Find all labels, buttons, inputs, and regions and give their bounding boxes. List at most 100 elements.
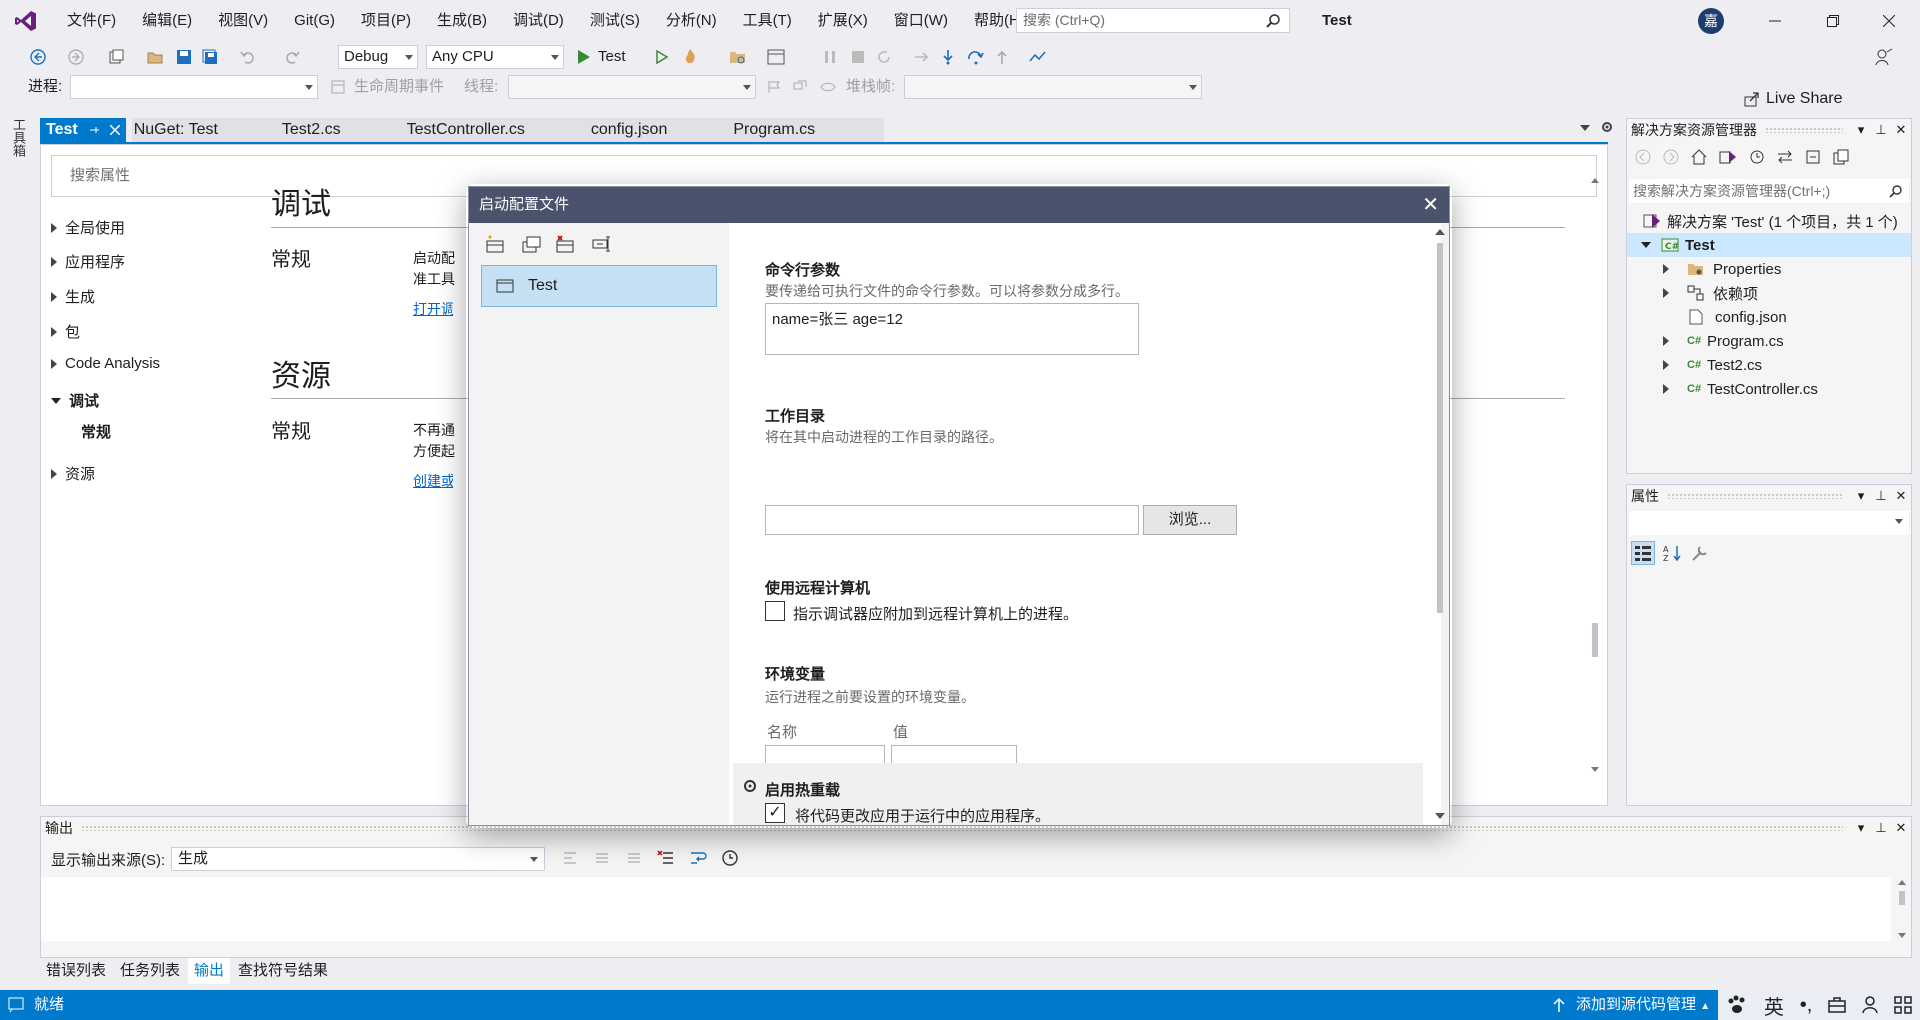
collapse-all-icon[interactable] — [1805, 149, 1821, 165]
object-select[interactable] — [1629, 511, 1909, 535]
tree-item-properties[interactable]: Properties — [1627, 257, 1911, 281]
start-without-debugging-icon[interactable] — [652, 47, 672, 67]
nav-package[interactable]: 包 — [51, 321, 80, 342]
grid-menu-icon[interactable] — [1894, 996, 1912, 1014]
tree-item-test2-cs[interactable]: C# Test2.cs — [1627, 353, 1911, 377]
menu-item[interactable]: 文件(F) — [54, 0, 129, 42]
redo-icon[interactable] — [282, 47, 302, 67]
save-icon[interactable] — [174, 47, 194, 67]
close-window-button[interactable] — [1866, 0, 1912, 42]
browse-folder-icon[interactable] — [728, 47, 748, 67]
dialog-scrollbar[interactable] — [1431, 223, 1449, 825]
command-line-args-input[interactable]: name=张三 age=12 — [765, 303, 1139, 355]
show-threads-icon[interactable] — [818, 77, 838, 97]
stop-debugging-icon[interactable] — [848, 47, 868, 67]
output-text-area[interactable] — [41, 877, 1891, 941]
previous-message-icon[interactable] — [593, 849, 611, 867]
save-all-icon[interactable] — [200, 47, 220, 67]
process-select[interactable] — [70, 75, 318, 99]
lifecycle-events-icon[interactable] — [328, 77, 348, 97]
break-all-icon[interactable] — [820, 47, 840, 67]
nav-resources[interactable]: 资源 — [51, 463, 95, 484]
home-icon[interactable] — [1691, 149, 1707, 165]
close-panel-icon[interactable]: ✕ — [1891, 488, 1911, 504]
hot-reload-icon[interactable] — [680, 47, 700, 67]
solution-search-input[interactable]: 搜索解决方案资源管理器(Ctrl+;) — [1629, 179, 1909, 203]
dialog-close-button[interactable]: ✕ — [1422, 187, 1439, 223]
restore-button[interactable] — [1810, 0, 1856, 42]
duplicate-profile-icon[interactable] — [521, 233, 543, 255]
menu-item[interactable]: 调试(D) — [500, 0, 577, 42]
panel-menu-icon[interactable]: ▾ — [1851, 122, 1871, 138]
working-directory-input[interactable] — [765, 505, 1139, 535]
new-project-icon[interactable] — [106, 47, 126, 67]
pin-icon[interactable]: ⊥ — [1871, 488, 1891, 504]
menu-item[interactable]: 窗口(W) — [881, 0, 961, 42]
flag-icon[interactable] — [764, 77, 784, 97]
stack-frame-select[interactable] — [904, 75, 1202, 99]
timestamp-icon[interactable] — [721, 849, 739, 867]
tree-item-config-json[interactable]: config.json — [1627, 305, 1911, 329]
nav-debug-general[interactable]: 常规 — [81, 421, 111, 442]
nav-code-analysis[interactable]: Code Analysis — [51, 355, 160, 372]
menu-item[interactable]: 项目(P) — [348, 0, 424, 42]
show-next-statement-icon[interactable] — [912, 47, 932, 67]
new-profile-icon[interactable] — [485, 233, 507, 255]
switch-views-icon[interactable] — [1719, 149, 1737, 165]
output-window-icon[interactable] — [8, 997, 24, 1013]
avatar[interactable]: 嘉 — [1698, 8, 1724, 34]
hot-reload-checkbox[interactable]: ✓ — [765, 803, 785, 823]
project-node[interactable]: C# Test — [1627, 233, 1911, 257]
delete-profile-icon[interactable] — [555, 233, 577, 255]
menu-item[interactable]: 视图(V) — [205, 0, 281, 42]
next-message-icon[interactable] — [625, 849, 643, 867]
close-panel-icon[interactable]: ✕ — [1891, 122, 1911, 138]
open-file-icon[interactable] — [146, 47, 166, 67]
close-panel-icon[interactable]: ✕ — [1891, 820, 1911, 836]
punctuation-icon[interactable]: •, — [1800, 994, 1813, 1017]
close-tab-icon[interactable] — [109, 125, 120, 135]
tab-find-symbol-results[interactable]: 查找符号结果 — [232, 958, 334, 984]
menu-item[interactable]: 生成(B) — [424, 0, 500, 42]
settings-gear-icon[interactable] — [1600, 120, 1614, 134]
nav-global-usings[interactable]: 全局使用 — [51, 217, 125, 238]
nav-build[interactable]: 生成 — [51, 286, 95, 307]
tab-output[interactable]: 输出 — [188, 958, 231, 984]
pin-icon[interactable]: ⊥ — [1871, 122, 1891, 138]
flag-threads-icon[interactable] — [790, 77, 810, 97]
browse-button[interactable]: 浏览... — [1143, 505, 1237, 535]
add-to-source-control-button[interactable]: 添加到源代码管理 ▲ — [1576, 990, 1710, 1020]
rename-profile-icon[interactable] — [591, 233, 613, 255]
forward-icon[interactable] — [1663, 149, 1679, 165]
alphabetical-icon[interactable]: AZ — [1663, 544, 1683, 562]
tab-task-list[interactable]: 任务列表 — [114, 958, 186, 984]
toolbox-icon[interactable] — [1828, 997, 1846, 1013]
menu-item[interactable]: 分析(N) — [653, 0, 730, 42]
tab-test-properties[interactable]: Test — [40, 118, 126, 142]
output-scrollbar[interactable] — [1895, 877, 1909, 941]
tab-config-json[interactable]: config.json — [539, 118, 682, 142]
output-source-select[interactable]: 生成 — [171, 847, 545, 871]
show-all-files-icon[interactable] — [1833, 149, 1849, 165]
menu-item[interactable]: Git(G) — [281, 0, 348, 42]
tab-testcontroller-cs[interactable]: TestController.cs — [355, 118, 539, 142]
visual-studio-logo-icon[interactable] — [6, 0, 46, 42]
pin-icon[interactable]: ⊥ — [1871, 820, 1891, 836]
tab-test2-cs[interactable]: Test2.cs — [232, 118, 355, 142]
toolbox-tab[interactable]: 工具箱 — [10, 118, 28, 157]
panel-menu-icon[interactable]: ▾ — [1851, 488, 1871, 504]
navigate-back-icon[interactable] — [28, 47, 48, 67]
word-wrap-icon[interactable] — [689, 849, 707, 867]
tree-item-testcontroller-cs[interactable]: C# TestController.cs — [1627, 377, 1911, 401]
editor-scrollbar[interactable] — [1589, 175, 1601, 775]
menu-item[interactable]: 工具(T) — [730, 0, 805, 42]
ime-language-indicator[interactable]: 英 — [1764, 991, 1784, 1020]
menu-item[interactable]: 测试(S) — [577, 0, 653, 42]
window-layout-icon[interactable] — [766, 47, 786, 67]
profile-item-test[interactable]: Test — [481, 265, 717, 307]
tree-item-dependencies[interactable]: 依赖项 — [1627, 281, 1911, 305]
tab-nuget[interactable]: NuGet: Test — [126, 118, 232, 142]
panel-menu-icon[interactable]: ▾ — [1851, 820, 1871, 836]
open-debug-profiles-link[interactable]: 打开调 — [413, 299, 453, 319]
categorized-icon[interactable] — [1631, 541, 1655, 565]
